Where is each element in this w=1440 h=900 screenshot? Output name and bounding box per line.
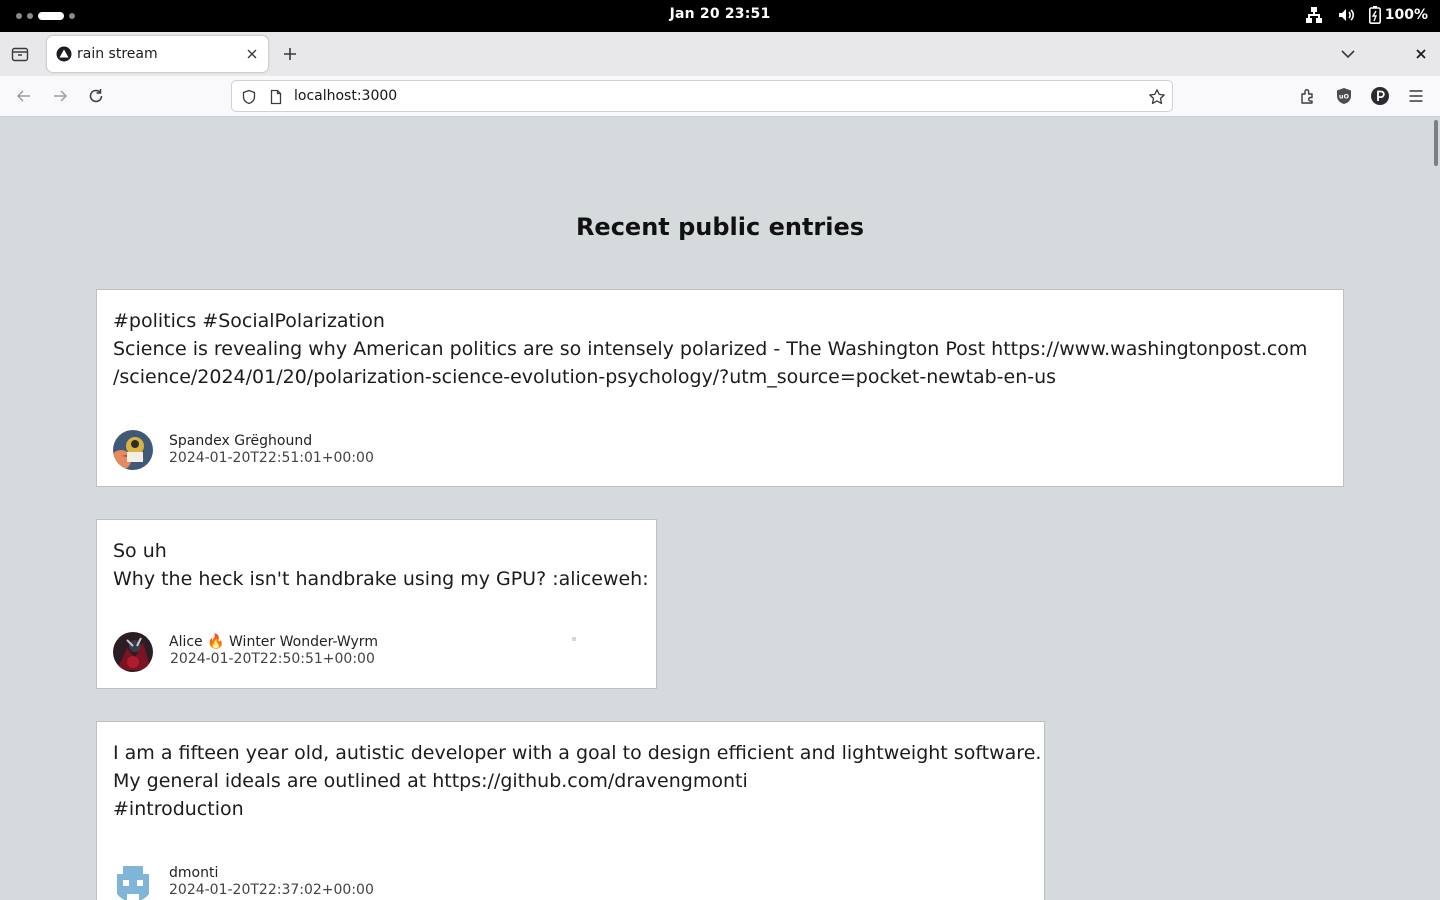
- avatar[interactable]: [113, 862, 153, 900]
- timestamp[interactable]: 2024-01-20T22:51:01+00:00: [169, 450, 374, 466]
- author-name[interactable]: Spandex Grëghound: [169, 433, 312, 449]
- tab-title: rain stream: [77, 46, 158, 62]
- fire-emoji-icon: 🔥: [207, 634, 225, 650]
- active-tab[interactable]: rain stream: [47, 36, 268, 72]
- entry-text: #politics #SocialPolarization Science is…: [113, 310, 1308, 388]
- navigation-bar: localhost:3000 uO: [0, 76, 1440, 117]
- entry-card: #politics #SocialPolarization Science is…: [96, 289, 1344, 487]
- system-top-bar: Jan 20 23:51 100%: [0, 0, 1440, 32]
- loading-indicator-dot: [572, 637, 576, 641]
- battery-percentage: 100%: [1384, 7, 1428, 23]
- reload-icon[interactable]: [86, 86, 106, 106]
- author-name[interactable]: Alice 🔥 Winter Wonder-Wyrm: [169, 634, 378, 650]
- extensions-icon[interactable]: [1298, 86, 1318, 106]
- shield-icon[interactable]: [241, 89, 257, 105]
- url-text[interactable]: localhost:3000: [294, 88, 397, 104]
- back-icon[interactable]: [14, 86, 34, 106]
- volume-icon: [1337, 6, 1355, 24]
- ublock-icon[interactable]: uO: [1334, 86, 1354, 106]
- entry-text: I am a fifteen year old, autistic develo…: [113, 742, 1042, 820]
- entry-text: So uh Why the heck isn't handbrake using…: [113, 540, 649, 590]
- page-title: Recent public entries: [575, 213, 865, 241]
- menu-icon[interactable]: [1406, 86, 1426, 106]
- avatar[interactable]: [113, 430, 153, 470]
- page-icon[interactable]: [268, 89, 284, 105]
- timestamp[interactable]: 2024-01-20T22:37:02+00:00: [169, 882, 374, 898]
- tab-strip: rain stream: [0, 32, 1440, 76]
- tab-close-icon[interactable]: [245, 46, 259, 60]
- forward-icon[interactable]: [50, 86, 70, 106]
- window-close-icon[interactable]: [1413, 46, 1429, 62]
- network-icon: [1305, 6, 1323, 24]
- author-name-prefix: Alice: [169, 634, 203, 650]
- author-name[interactable]: dmonti: [169, 865, 218, 881]
- timestamp[interactable]: 2024-01-20T22:50:51+00:00: [170, 651, 375, 667]
- svg-text:uO: uO: [1339, 93, 1350, 101]
- author-name-suffix: Winter Wonder-Wyrm: [229, 634, 378, 650]
- battery-indicator: 100%: [1368, 6, 1428, 24]
- tab-list-icon[interactable]: [1338, 44, 1358, 64]
- pocket-icon[interactable]: [1370, 86, 1390, 106]
- tab-overview-icon[interactable]: [10, 44, 30, 64]
- scrollbar-thumb[interactable]: [1434, 120, 1438, 166]
- entry-card: I am a fifteen year old, autistic develo…: [96, 721, 1045, 900]
- url-bar[interactable]: localhost:3000: [231, 80, 1173, 112]
- bookmark-star-icon[interactable]: [1148, 88, 1166, 106]
- clock[interactable]: Jan 20 23:51: [0, 6, 1440, 22]
- entry-card: So uh Why the heck isn't handbrake using…: [96, 519, 657, 689]
- system-tray[interactable]: 100%: [1305, 6, 1428, 24]
- new-tab-icon[interactable]: [280, 44, 300, 64]
- tab-favicon: [56, 46, 72, 62]
- avatar[interactable]: [113, 632, 153, 672]
- battery-icon: [1368, 6, 1381, 24]
